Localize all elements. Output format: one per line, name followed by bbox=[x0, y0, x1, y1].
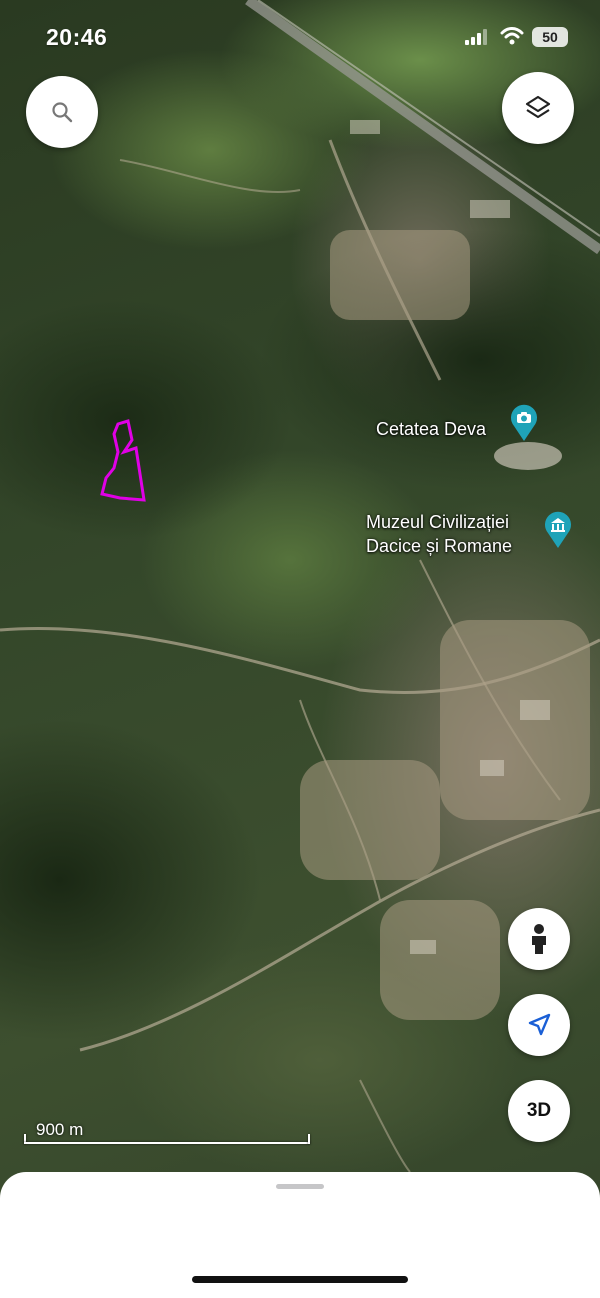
person-icon bbox=[532, 924, 546, 954]
view-3d-label: 3D bbox=[526, 1100, 552, 1121]
place-label-muzeul[interactable]: Muzeul Civilizației Dacice și Romane bbox=[366, 510, 512, 558]
signal-icon bbox=[465, 29, 487, 45]
streetview-button[interactable] bbox=[508, 908, 570, 970]
status-bar: 20:46 50 bbox=[0, 0, 600, 72]
place-label-muzeul-line1: Muzeul Civilizației bbox=[366, 512, 510, 532]
status-time: 20:46 bbox=[46, 24, 108, 50]
scale-tick-right bbox=[308, 1134, 310, 1144]
parcel-boundary[interactable] bbox=[100, 419, 146, 502]
scale-label: 900 m bbox=[36, 1120, 84, 1139]
layers-button[interactable] bbox=[502, 72, 574, 144]
wifi-icon bbox=[500, 27, 524, 45]
scale-bar: 900 m bbox=[24, 1120, 312, 1146]
location-button[interactable] bbox=[508, 994, 570, 1056]
search-icon bbox=[52, 102, 73, 123]
navigation-arrow-icon bbox=[528, 1013, 551, 1036]
home-indicator bbox=[192, 1276, 408, 1283]
battery-icon: 50 bbox=[532, 27, 568, 47]
camera-poi-icon[interactable] bbox=[510, 404, 538, 442]
sheet-drag-handle[interactable] bbox=[276, 1184, 324, 1189]
layers-icon bbox=[525, 95, 551, 119]
view-3d-button[interactable]: 3D bbox=[508, 1080, 570, 1142]
scale-line bbox=[24, 1142, 310, 1144]
bottom-sheet[interactable] bbox=[0, 1172, 600, 1298]
search-button[interactable] bbox=[26, 76, 98, 148]
place-label-muzeul-line2: Dacice și Romane bbox=[366, 536, 513, 556]
museum-poi-icon[interactable] bbox=[544, 511, 572, 549]
place-label-cetatea-deva[interactable]: Cetatea Deva bbox=[376, 417, 486, 441]
